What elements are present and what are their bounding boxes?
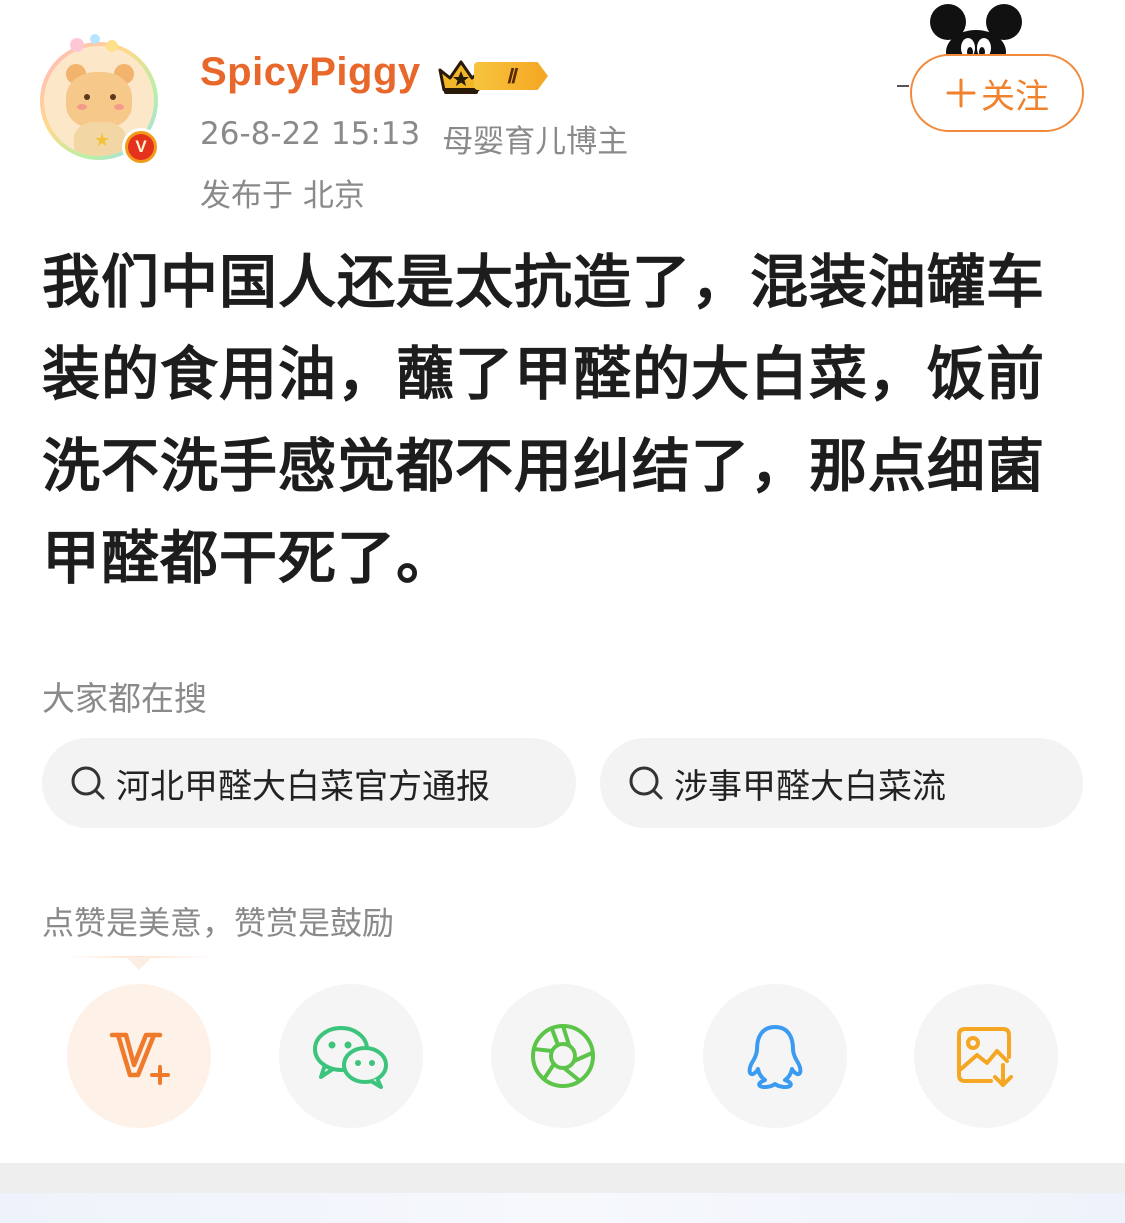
tooltip-arrow (126, 957, 152, 970)
verified-badge-icon: V (122, 128, 160, 166)
reward-label: 点赞是美意，赞赏是鼓励 (42, 904, 395, 942)
moments-share-button[interactable] (491, 984, 635, 1128)
vplus-reward-icon (109, 1032, 170, 1085)
next-section-preview (0, 1193, 1125, 1223)
user-category: 母婴育儿博主 (442, 124, 629, 160)
weibo-post-page: ★ V SpicyPiggy Ⅱ 26-8-22 15:13 母婴育儿博主 发布… (0, 0, 1125, 1223)
level-badge[interactable]: Ⅱ (436, 56, 554, 96)
username[interactable]: SpicyPiggy (200, 50, 421, 95)
section-divider (0, 1163, 1125, 1193)
moments-icon (531, 1024, 595, 1088)
trending-search-text: 涉事甲醛大白菜流 (674, 766, 946, 807)
wechat-share-button[interactable] (279, 984, 423, 1128)
text-fade (963, 738, 1083, 828)
plus-icon (946, 78, 976, 108)
wechat-icon (313, 1026, 388, 1089)
post-text: 我们中国人还是太抗造了，混装油罐车装的食用油，蘸了甲醛的大白菜，饭前洗不洗手感觉… (42, 248, 1046, 592)
trending-label: 大家都在搜 (42, 679, 207, 718)
trending-search-chip[interactable]: 河北甲醛大白菜官方通报 (42, 738, 576, 828)
post-location: 发布于 北京 (200, 178, 365, 214)
post-timestamp: 26-8-22 15:13 (200, 116, 421, 152)
trending-search-chip[interactable]: 涉事甲醛大白菜流 (600, 738, 1083, 828)
follow-label: 关注 (981, 76, 1049, 117)
save-image-icon (957, 1027, 1013, 1087)
avatar[interactable]: ★ V (40, 34, 162, 166)
trending-search-text: 河北甲醛大白菜官方通报 (116, 766, 490, 807)
post-meta: 26-8-22 15:13 母婴育儿博主 (200, 116, 628, 161)
search-icon (71, 766, 105, 800)
follow-dash (897, 85, 909, 87)
qq-icon (747, 1025, 803, 1090)
mickey-ears-icon (930, 4, 1022, 62)
vplus-reward-button[interactable] (67, 984, 211, 1128)
level-label: Ⅱ (474, 62, 548, 90)
follow-button[interactable]: 关注 (910, 54, 1084, 132)
search-icon (629, 766, 663, 800)
qq-share-button[interactable] (703, 984, 847, 1128)
save-image-button[interactable] (914, 984, 1058, 1128)
